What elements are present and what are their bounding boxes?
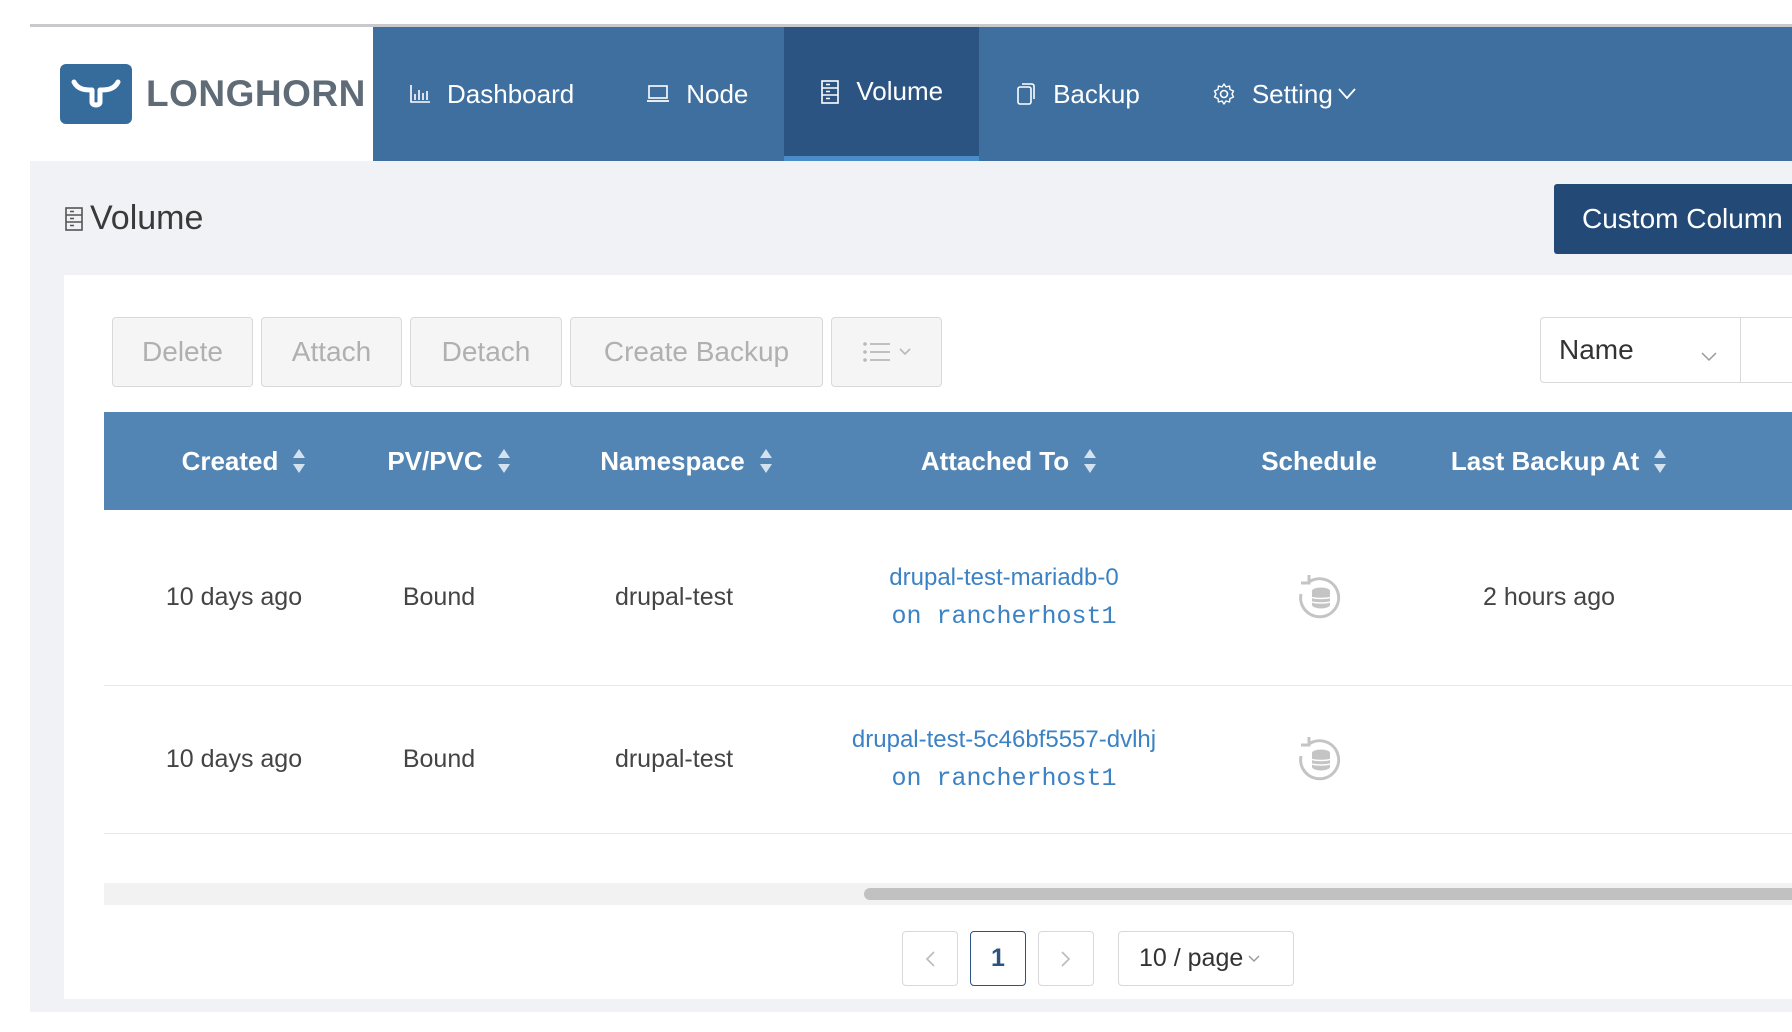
chevron-right-icon — [1060, 950, 1072, 968]
column-pvpvc[interactable]: PV/PVC — [359, 412, 539, 510]
horizontal-scrollbar[interactable] — [104, 883, 1792, 905]
nav-backup[interactable]: Backup — [979, 27, 1176, 161]
nav-backup-label: Backup — [1053, 78, 1140, 109]
cell-last-backup: 2 hours ago — [1482, 583, 1616, 611]
cell-created: 10 days ago — [165, 583, 303, 611]
chevron-down-icon — [1247, 954, 1261, 964]
schedule-backup-icon[interactable] — [1291, 570, 1347, 626]
longhorn-logo-icon — [60, 64, 132, 124]
column-attached-to-label: Attached To — [920, 445, 1070, 476]
nav-node[interactable]: Node — [610, 27, 784, 161]
detach-button[interactable]: Detach — [410, 317, 562, 387]
brand-name: LONGHORN — [146, 73, 366, 114]
column-schedule: Schedule — [1234, 412, 1404, 510]
column-edge — [104, 412, 114, 510]
search-field-value: Name — [1559, 334, 1634, 365]
attached-pod-link[interactable]: drupal-test-mariadb-0 — [889, 564, 1118, 592]
column-namespace-label: Namespace — [600, 445, 745, 476]
search-field-select[interactable]: Name — [1541, 318, 1741, 382]
logo[interactable]: LONGHORN — [30, 27, 373, 161]
sort-icon[interactable] — [292, 447, 306, 475]
copy-icon — [1015, 82, 1037, 106]
search-input[interactable] — [1741, 318, 1792, 382]
cell-attached-to: drupal-test-5c46bf5557-dvlhj on rancherh… — [844, 686, 1164, 833]
database-icon — [820, 79, 840, 104]
page-size-value: 10 / page — [1139, 944, 1244, 972]
page-titlebar: Volume — [30, 161, 1792, 271]
chevron-left-icon — [924, 950, 936, 968]
schedule-backup-icon[interactable] — [1291, 732, 1347, 788]
search-filter: Name — [1540, 317, 1792, 383]
table-header: Created PV/PVC Namespace Attached To Sch… — [104, 412, 1792, 510]
previous-page-button[interactable] — [902, 931, 958, 986]
custom-column-button[interactable]: Custom Column — [1554, 184, 1792, 254]
cell-namespace: drupal-test — [614, 745, 734, 773]
more-actions-button[interactable] — [831, 317, 942, 387]
list-icon — [862, 341, 892, 363]
page-size-select[interactable]: 10 / page — [1118, 931, 1294, 986]
nav-dashboard-label: Dashboard — [447, 78, 575, 109]
cell-pvpvc: Bound — [402, 583, 476, 611]
sort-icon[interactable] — [1653, 447, 1667, 475]
cell-namespace: drupal-test — [614, 583, 734, 611]
sort-icon[interactable] — [497, 447, 511, 475]
column-last-backup-label: Last Backup At — [1450, 445, 1640, 476]
attached-node-link[interactable]: on rancherhost1 — [891, 602, 1116, 631]
cell-attached-to: drupal-test-mariadb-0 on rancherhost1 — [844, 510, 1164, 685]
column-pvpvc-label: PV/PVC — [387, 445, 483, 476]
gear-icon — [1212, 82, 1236, 106]
chevron-down-icon — [898, 347, 912, 357]
cell-schedule — [1234, 686, 1404, 833]
main-nav: Dashboard Node Volume Backup Setting — [373, 27, 1393, 161]
page-number-button[interactable]: 1 — [970, 931, 1026, 986]
table-row: 10 days ago Bound drupal-test drupal-tes… — [104, 686, 1792, 834]
table-row: 10 days ago Bound drupal-test drupal-tes… — [104, 510, 1792, 686]
delete-button[interactable]: Delete — [112, 317, 253, 387]
next-page-button[interactable] — [1038, 931, 1094, 986]
nav-setting[interactable]: Setting — [1176, 27, 1393, 161]
nav-dashboard[interactable]: Dashboard — [373, 27, 610, 161]
nav-setting-label: Setting — [1251, 78, 1333, 109]
create-backup-button[interactable]: Create Backup — [570, 317, 823, 387]
nav-node-label: Node — [686, 78, 749, 109]
page-title-text: Volume — [90, 199, 204, 237]
cell-pvpvc: Bound — [402, 745, 476, 773]
chevron-down-icon — [1700, 338, 1718, 370]
sort-icon[interactable] — [1083, 447, 1097, 475]
bar-chart-icon — [409, 84, 431, 104]
app-window: LONGHORN Dashboard Node Volume Backup Se… — [30, 24, 1792, 1012]
volume-panel: Delete Attach Detach Create Backup Name — [64, 275, 1792, 999]
database-icon — [64, 206, 84, 232]
column-created[interactable]: Created — [149, 412, 339, 510]
top-header: LONGHORN Dashboard Node Volume Backup Se… — [30, 27, 1792, 161]
column-schedule-label: Schedule — [1261, 445, 1377, 476]
bulk-action-toolbar: Delete Attach Detach Create Backup — [112, 317, 942, 387]
laptop-icon — [646, 84, 670, 104]
column-namespace[interactable]: Namespace — [559, 412, 814, 510]
column-last-backup-at[interactable]: Last Backup At — [1424, 412, 1694, 510]
attach-button[interactable]: Attach — [261, 317, 402, 387]
page-title: Volume — [64, 199, 203, 238]
attached-pod-link[interactable]: drupal-test-5c46bf5557-dvlhj — [852, 726, 1156, 754]
chevron-down-icon — [1337, 87, 1357, 101]
sort-icon[interactable] — [759, 447, 773, 475]
cell-last-backup — [1424, 686, 1674, 833]
nav-volume[interactable]: Volume — [784, 27, 980, 161]
nav-volume-label: Volume — [856, 76, 944, 106]
attached-node-link[interactable]: on rancherhost1 — [891, 764, 1116, 793]
column-attached-to[interactable]: Attached To — [859, 412, 1159, 510]
column-created-label: Created — [181, 445, 279, 476]
cell-schedule — [1234, 510, 1404, 685]
scrollbar-thumb[interactable] — [864, 888, 1792, 900]
cell-created: 10 days ago — [165, 745, 303, 773]
